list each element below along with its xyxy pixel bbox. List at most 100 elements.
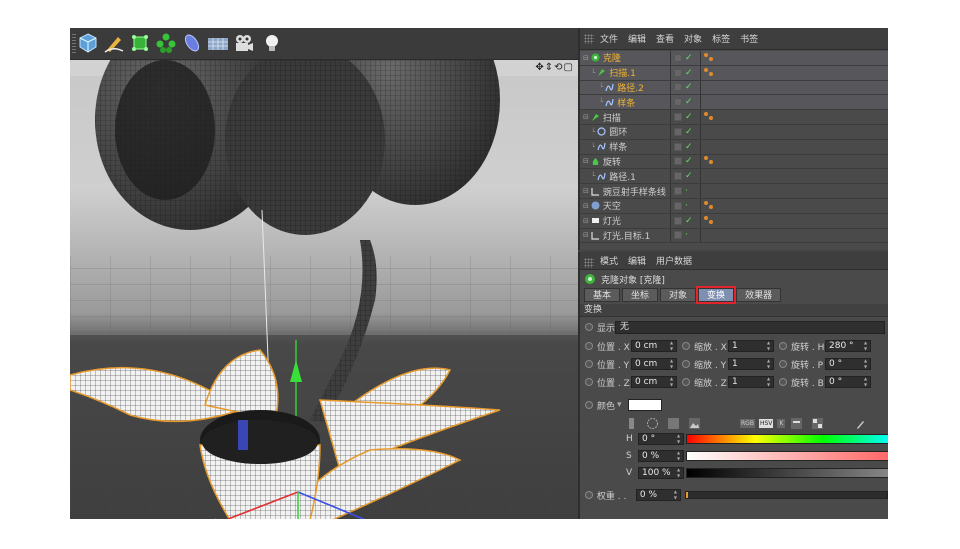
scale-radio[interactable] — [682, 342, 690, 350]
menu-user-data[interactable]: 用户数据 — [656, 254, 692, 267]
camera-button[interactable] — [232, 31, 256, 55]
enabled-check-icon[interactable]: ✓ — [685, 53, 693, 63]
position-input[interactable]: 0 cm — [631, 376, 677, 388]
enabled-check-icon[interactable]: ✓ — [685, 127, 693, 137]
object-row[interactable]: └ 路径.1 ✓ — [580, 169, 888, 185]
color-wheel-icon[interactable] — [647, 417, 658, 429]
layer-box[interactable] — [674, 68, 682, 77]
spectrum-icon[interactable] — [668, 417, 679, 429]
cube-button[interactable] — [76, 31, 100, 55]
pen-button[interactable] — [102, 31, 126, 55]
color-radio[interactable] — [585, 401, 593, 409]
tag-icon[interactable] — [704, 67, 716, 78]
layer-box[interactable] — [674, 187, 682, 196]
weight-radio[interactable] — [585, 491, 593, 499]
layer-box[interactable] — [674, 113, 682, 122]
tag-icon[interactable] — [704, 112, 716, 122]
weight-slider[interactable] — [684, 491, 888, 499]
layer-box[interactable] — [674, 98, 682, 107]
tab-coord[interactable]: 坐标 — [622, 288, 659, 302]
tag-icon[interactable] — [704, 215, 716, 226]
position-radio[interactable] — [585, 378, 593, 386]
tab-transform[interactable]: 变换 — [696, 286, 737, 304]
hsv-mode-button[interactable]: HSV — [758, 418, 774, 428]
display-radio[interactable] — [585, 323, 593, 331]
panel-grip[interactable] — [584, 34, 594, 44]
object-row[interactable]: ⊟ 豌豆射手样条线 · — [580, 184, 888, 199]
image-icon[interactable] — [689, 417, 700, 429]
tag-icon[interactable] — [704, 200, 716, 211]
layer-box[interactable] — [674, 127, 682, 136]
layer-box[interactable] — [674, 231, 682, 240]
scale-radio[interactable] — [682, 378, 690, 386]
layer-box[interactable] — [674, 53, 682, 62]
kelvin-mode-button[interactable]: K — [777, 418, 786, 428]
menu-edit[interactable]: 编辑 — [628, 32, 646, 45]
enabled-check-icon[interactable]: ✓ — [685, 216, 693, 226]
object-row[interactable]: └ 路径.2 ✓ — [580, 80, 888, 96]
enabled-check-icon[interactable]: ✓ — [685, 142, 693, 152]
object-row[interactable]: ⊟ 天空 · — [580, 198, 888, 214]
enabled-check-icon[interactable]: ✓ — [685, 156, 693, 166]
menu-tags[interactable]: 标签 — [712, 32, 730, 45]
position-radio[interactable] — [585, 342, 593, 350]
enabled-check-icon[interactable]: ✓ — [685, 97, 693, 107]
layer-box[interactable] — [674, 216, 682, 225]
light-button[interactable] — [260, 31, 284, 55]
rgb-mode-button[interactable]: RGB — [740, 418, 755, 428]
enabled-check-icon[interactable]: ✓ — [685, 171, 693, 181]
rotation-radio[interactable] — [779, 342, 787, 350]
object-row[interactable]: └ 圆环 ✓ — [580, 124, 888, 140]
color-expand-icon[interactable]: ▾ — [617, 400, 622, 410]
enabled-check-icon[interactable]: · — [685, 186, 688, 196]
menu-edit[interactable]: 编辑 — [628, 254, 646, 267]
menu-file[interactable]: 文件 — [600, 32, 618, 45]
layer-box[interactable] — [674, 83, 682, 92]
tab-object[interactable]: 对象 — [660, 288, 697, 302]
scale-input[interactable]: 1 — [728, 340, 774, 352]
position-input[interactable]: 0 cm — [631, 358, 677, 370]
color-swatch[interactable] — [627, 399, 662, 411]
floor-button[interactable] — [206, 31, 230, 55]
panel-grip[interactable] — [584, 258, 594, 268]
3d-viewport[interactable]: ✥⇕⟲▢ — [70, 60, 578, 519]
scale-input[interactable]: 1 — [728, 358, 774, 370]
tab-effectors[interactable]: 效果器 — [736, 288, 782, 302]
enabled-check-icon[interactable]: · — [685, 230, 688, 240]
object-row[interactable]: ⊟ 旋转 ✓ — [580, 154, 888, 170]
enabled-check-icon[interactable]: ✓ — [685, 82, 693, 92]
tab-basic[interactable]: 基本 — [584, 288, 621, 302]
menu-objects[interactable]: 对象 — [684, 32, 702, 45]
layer-box[interactable] — [674, 172, 682, 181]
position-input[interactable]: 0 cm — [631, 340, 677, 352]
object-row[interactable]: ⊟ 灯光.目标.1 · — [580, 228, 888, 244]
rotation-radio[interactable] — [779, 360, 787, 368]
eyedropper-icon[interactable] — [855, 418, 866, 429]
rotation-radio[interactable] — [779, 378, 787, 386]
object-row[interactable]: └ 样条 ✓ — [580, 139, 888, 155]
deformer-button[interactable] — [180, 31, 204, 55]
mixer-icon[interactable] — [791, 417, 803, 429]
object-row[interactable]: ⊟ 灯光 ✓ — [580, 213, 888, 229]
layer-box[interactable] — [674, 201, 682, 210]
weight-slider-handle[interactable] — [685, 492, 688, 498]
tag-icon[interactable] — [704, 156, 716, 166]
position-radio[interactable] — [585, 360, 593, 368]
swatches-icon[interactable] — [812, 417, 824, 429]
color-picker-icon[interactable] — [626, 417, 637, 429]
hsv-slider[interactable] — [686, 468, 888, 478]
hsv-slider[interactable] — [686, 434, 888, 444]
hsv-input[interactable]: 0 % — [638, 450, 684, 462]
menu-mode[interactable]: 模式 — [600, 254, 618, 267]
rotation-input[interactable]: 0 ° — [825, 358, 871, 370]
rotation-input[interactable]: 280 ° — [825, 340, 871, 352]
enabled-check-icon[interactable]: · — [685, 201, 688, 211]
layer-box[interactable] — [674, 142, 682, 151]
object-row[interactable]: ⊟ 克隆 ✓ — [580, 51, 888, 66]
rotation-input[interactable]: 0 ° — [825, 376, 871, 388]
array-button[interactable] — [154, 31, 178, 55]
object-row[interactable]: └ 扫描.1 ✓ — [580, 65, 888, 81]
subdivide-button[interactable] — [128, 31, 152, 55]
scale-input[interactable]: 1 — [728, 376, 774, 388]
enabled-check-icon[interactable]: ✓ — [685, 68, 693, 78]
